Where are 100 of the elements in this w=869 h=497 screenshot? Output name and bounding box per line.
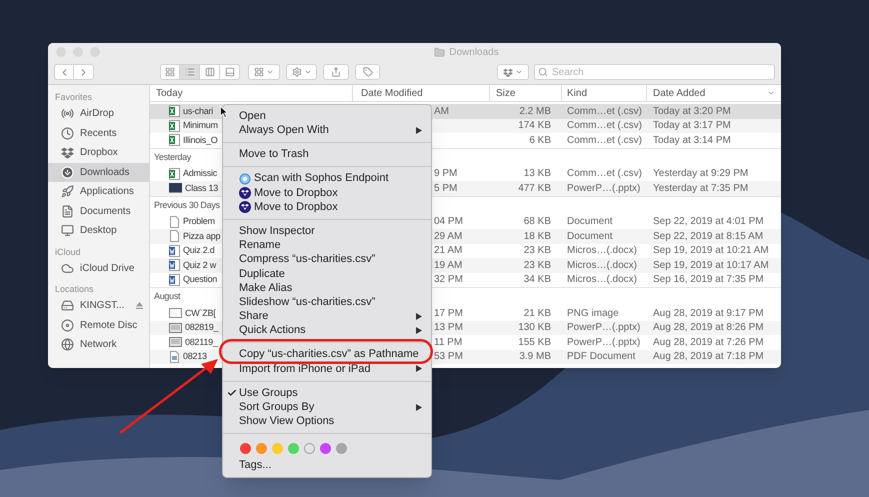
download-icon [61,166,74,179]
view-button[interactable] [200,64,220,80]
forward-button[interactable] [74,64,94,80]
date-added: Today at 3:20 PM [653,106,731,117]
menu-item[interactable]: Quick Actions [223,323,431,338]
file-name: Quiz 2.d [183,244,215,257]
date-added: Aug 28, 2019 at 8:26 PM [653,322,764,334]
file-kind: Comm…et (.csv) [567,134,642,146]
search-field[interactable]: Search [534,64,775,80]
date-modified: 04 PM [434,216,463,228]
view-button[interactable] [180,64,200,80]
dropbox-button[interactable] [497,64,529,80]
file-size: 174 KB [518,119,551,134]
date-added: Aug 28, 2019 at 7:18 PM [653,351,764,362]
sidebar-item[interactable]: Documents [48,202,149,221]
date-added: Aug 28, 2019 at 9:17 PM [653,308,764,319]
word-file-icon [169,259,180,272]
date-added: Yesterday at 9:29 PM [653,168,748,180]
sort-caret-icon[interactable] [767,89,775,97]
search-icon [538,67,548,77]
word-file-icon [169,274,180,286]
group-heading: August [154,290,180,304]
menu-item[interactable]: Share [223,309,431,324]
pdf-file-icon [169,350,180,363]
menu-item[interactable]: Sort Groups By [223,400,431,414]
file-kind: PDF Document [567,351,636,362]
file-name: Admissic [183,167,218,180]
group-button[interactable] [248,64,280,80]
sidebar-item[interactable]: KINGST... [48,296,149,316]
column-header[interactable]: Size [490,85,562,101]
date-added: Aug 28, 2019 at 7:26 PM [653,336,764,348]
file-name: Minimum [183,119,218,132]
file-size: 23 KB [524,244,551,258]
date-modified: 21 AM [434,245,462,256]
date-modified: 32 PM [434,274,463,286]
tag-button[interactable] [354,64,380,80]
group-heading: Yesterday [154,150,191,164]
sidebar-item[interactable]: Recents [48,124,149,143]
file-name: Quiz 2 w [183,258,216,272]
column-header[interactable]: Today [150,85,353,101]
sidebar-item[interactable]: Downloads [48,162,149,182]
sidebar-item[interactable]: Remote Disc [48,316,149,335]
sidebar-item[interactable]: iCloud Drive [48,258,149,278]
eject-icon[interactable] [136,302,143,310]
date-modified: 29 AM [434,230,462,242]
checkmark-icon [227,388,237,398]
menu-item[interactable]: Show View Options [223,414,431,429]
airdrop-icon [61,107,74,120]
icon-view-icon [165,67,175,77]
column-view-icon [204,67,214,77]
date-modified: 9 PM [434,168,458,180]
view-button[interactable] [220,64,240,80]
clock-icon [61,126,74,140]
file-name: Illinois_O [183,134,218,147]
sidebar-item[interactable]: Dropbox [48,143,149,162]
menu-item[interactable]: Import from iPhone or iPad [223,362,431,376]
image-file-icon [169,308,182,318]
date-added: Today at 3:17 PM [653,120,731,132]
blank-file-icon [169,230,180,242]
spreadsheet-file-icon [169,105,180,118]
dropbox-icon [239,201,251,214]
date-added: Sep 16, 2019 at 7:35 PM [653,274,764,286]
column-header[interactable]: Kind [562,85,647,101]
sidebar-item[interactable]: Applications [48,182,149,202]
view-button[interactable] [160,64,180,80]
share-button[interactable] [323,64,349,80]
tag-icon [362,67,373,77]
file-size: 21 KB [524,306,551,321]
file-size: 68 KB [524,215,551,230]
column-header[interactable]: Date Modified [353,85,490,101]
menu-item[interactable]: Move to Trash [223,147,431,162]
column-header[interactable]: Date Added [647,85,781,101]
sidebar-heading: Locations [54,283,95,296]
blank-file-icon [169,216,180,228]
date-modified: AM [434,106,449,117]
back-button[interactable] [54,64,74,80]
sidebar-item[interactable]: Network [48,335,149,354]
file-kind: Document [567,216,613,228]
menu-item[interactable]: Use Groups [223,386,431,400]
drive-icon [61,299,74,312]
cloud-icon [61,262,74,275]
dropbox-icon [503,68,514,76]
file-name: CW`ZB[ [185,306,216,320]
date-modified: 53 PM [434,351,463,362]
date-modified: 5 PM [434,182,458,194]
share-icon [331,67,342,77]
sidebar-item[interactable]: Desktop [48,221,149,240]
sidebar-item[interactable]: AirDrop [48,104,149,124]
sidebar-heading: Favorites [54,91,94,104]
file-name: 082119_ [185,336,218,349]
date-added: Sep 22, 2019 at 4:01 PM [653,216,764,228]
menu-item[interactable]: Move to Dropbox [223,200,431,214]
caret-icon [266,68,274,76]
file-size: 13 KB [524,167,551,182]
file-kind: Micros…(.docx) [567,260,638,271]
menu-item[interactable]: Tags... [223,458,431,473]
date-modified: 17 PM [434,308,463,319]
file-name: Class 13 [185,182,218,194]
dropbox-icon [239,186,251,199]
action-button[interactable] [286,64,318,80]
